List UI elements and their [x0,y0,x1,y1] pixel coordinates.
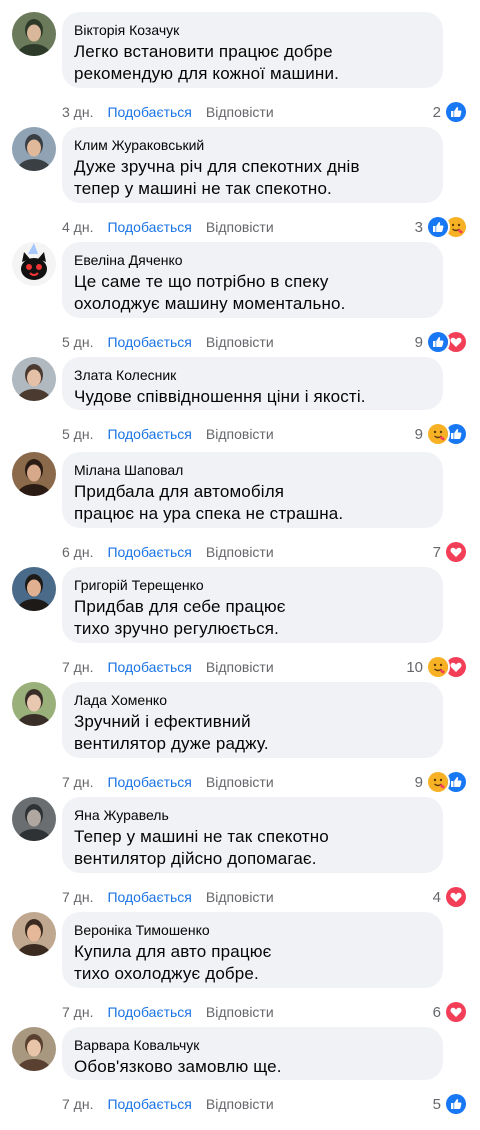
comment-bubble: Яна Журавель Тепер у машині не так спекот… [62,797,443,873]
comment-author[interactable]: Варвара Ковальчук [74,1036,431,1054]
comment-author[interactable]: Клим Жураковський [74,136,431,154]
avatar[interactable] [12,567,56,611]
comment-timestamp[interactable]: 7 дн. [62,1096,93,1112]
comment-text: Легко встановити працює добре рекомендую … [74,41,431,85]
comment-author[interactable]: Лада Хоменко [74,691,431,709]
comment-bubble: Вероніка Тимошенко Купила для авто працює… [62,912,443,988]
comment-text-line: вентилятор дуже раджу. [74,734,269,753]
comment-text: Купила для авто працює тихо охолоджує доб… [74,941,431,985]
comment-text-line: Дуже зручна річ для спекотних днів [74,157,360,176]
reaction-summary[interactable]: 5 [432,1092,468,1116]
comment-text: Чудове співвідношення ціни і якості. [74,386,431,408]
reply-button[interactable]: Відповісти [206,1096,274,1112]
comment-item: Лада Хоменко Зручний і ефективний вентилят… [0,670,480,794]
comment-text: Це саме те що потрібно в спеку охолоджує … [74,271,431,315]
comment-text-line: Чудове співвідношення ціни і якості. [74,387,366,406]
comment-text-line: тепер у машині не так спекотно. [74,179,332,198]
avatar[interactable] [12,242,56,286]
avatar[interactable] [12,452,56,496]
comment-text-line: Легко встановити працює добре [74,42,333,61]
comment-bubble: Клим Жураковський Дуже зручна річ для спе… [62,127,443,203]
love-icon [444,885,468,909]
comment-text-line: Придбала для автомобіля [74,482,285,501]
comment-bubble: Вікторія Козачук Легко встановити працює … [62,12,443,88]
care-icon [426,655,450,679]
comment-item: Клим Жураковський Дуже зручна річ для спе… [0,115,480,239]
comment-actions: 7 дн. Подобається Відповісти [62,1095,274,1113]
comment-bubble: Лада Хоменко Зручний і ефективний вентилят… [62,682,443,758]
comment-author[interactable]: Евеліна Дяченко [74,251,431,269]
comment-text-line: тихо охолоджує добре. [74,964,259,983]
avatar[interactable] [12,682,56,726]
comment-item: Григорій Терещенко Придбав для себе працю… [0,555,480,679]
comment-author[interactable]: Мілана Шаповал [74,461,431,479]
comment-item: Евеліна Дяченко Це саме те що потрібно в … [0,230,480,354]
comment-bubble: Евеліна Дяченко Це саме те що потрібно в … [62,242,443,318]
care-icon [426,422,450,446]
like-icon [444,1092,468,1116]
like-icon [426,215,450,239]
avatar[interactable] [12,12,56,56]
comment-author[interactable]: Вероніка Тимошенко [74,921,431,939]
love-icon [444,540,468,564]
avatar[interactable] [12,1027,56,1071]
comment-text-line: охолоджує машину моментально. [74,294,346,313]
comment-text-line: рекомендую для кожної машини. [74,64,339,83]
comment-item: Варвара Ковальчук Обов'язково замовлю ще.… [0,1015,480,1130]
comment-text: Придбала для автомобіля працює на ура спе… [74,481,431,525]
comment-author[interactable]: Злата Колесник [74,366,431,384]
avatar[interactable] [12,127,56,171]
comment-item: Мілана Шаповал Придбала для автомобіля пра… [0,440,480,564]
care-icon [426,770,450,794]
comment-text: Тепер у машині не так спекотно вентилятор… [74,826,431,870]
comment-text-line: тихо зручно регулюється. [74,619,280,638]
comment-text: Придбав для себе працює тихо зручно регул… [74,596,431,640]
comment-text-line: Зручний і ефективний [74,712,251,731]
comment-item: Вікторія Козачук Легко встановити працює … [0,0,480,124]
like-icon [426,330,450,354]
avatar[interactable] [12,912,56,956]
love-icon [444,1000,468,1024]
comment-text-line: працює на ура спека не страшна. [74,504,344,523]
comment-author[interactable]: Яна Журавель [74,806,431,824]
comment-text-line: вентилятор дійсно допомагає. [74,849,317,868]
like-icon [444,100,468,124]
comment-bubble: Мілана Шаповал Придбала для автомобіля пра… [62,452,443,528]
avatar[interactable] [12,357,56,401]
comment-text-line: Придбав для себе працює [74,597,286,616]
comment-text: Зручний і ефективний вентилятор дуже радж… [74,711,431,755]
like-button[interactable]: Подобається [107,1096,191,1112]
comment-text-line: Купила для авто працює [74,942,272,961]
avatar[interactable] [12,797,56,841]
comment-text: Обов'язково замовлю ще. [74,1056,431,1078]
comment-item: Вероніка Тимошенко Купила для авто працює… [0,900,480,1024]
comment-text-line: Обов'язково замовлю ще. [74,1057,282,1076]
comment-author[interactable]: Григорій Терещенко [74,576,431,594]
reaction-count: 5 [432,1095,441,1113]
comment-item: Яна Журавель Тепер у машині не так спекот… [0,785,480,909]
comment-text-line: Це саме те що потрібно в спеку [74,272,329,291]
comment-bubble: Григорій Терещенко Придбав для себе працю… [62,567,443,643]
comment-author[interactable]: Вікторія Козачук [74,21,431,39]
comment-text-line: Тепер у машині не так спекотно [74,827,329,846]
comment-text: Дуже зручна річ для спекотних днів тепер … [74,156,431,200]
comment-bubble: Варвара Ковальчук Обов'язково замовлю ще. [62,1027,443,1080]
comment-bubble: Злата Колесник Чудове співвідношення ціни… [62,357,443,410]
